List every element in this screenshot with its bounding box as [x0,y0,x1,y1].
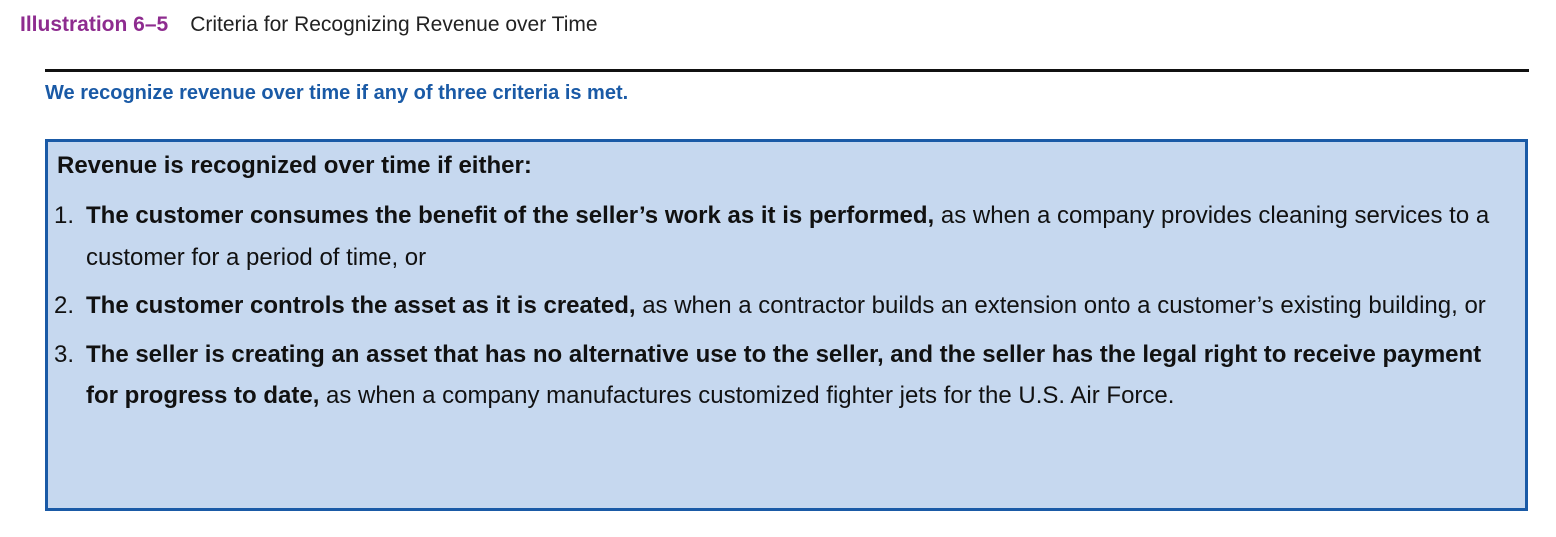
criterion-number: 2. [54,292,75,319]
criterion-detail: as when a contractor builds an extension… [635,292,1486,319]
criteria-list: 1. The customer consumes the benefit of t… [54,195,1494,424]
criterion-lead: The customer consumes the benefit of the… [86,202,935,229]
illustration-label: Illustration 6–5 [20,13,169,36]
criterion-1: 1. The customer consumes the benefit of t… [54,195,1494,278]
criterion-3: 3. The seller is creating an asset that h… [54,334,1494,417]
criterion-2: 2. The customer controls the asset as it … [54,285,1494,327]
illustration-title: Criteria for Recognizing Revenue over Ti… [190,13,598,36]
criterion-number: 3. [54,340,75,368]
header-rule [45,69,1529,72]
criterion-lead: The customer controls the asset as it is… [86,292,636,319]
criteria-box-heading: Revenue is recognized over time if eithe… [57,152,532,179]
criteria-box: Revenue is recognized over time if eithe… [45,139,1528,511]
subheading: We recognize revenue over time if any of… [45,82,629,104]
illustration-header: Illustration 6–5 Criteria for Recognizing… [20,11,598,39]
criterion-detail: as when a company manufactures customize… [319,382,1175,409]
criterion-number: 1. [54,202,75,229]
